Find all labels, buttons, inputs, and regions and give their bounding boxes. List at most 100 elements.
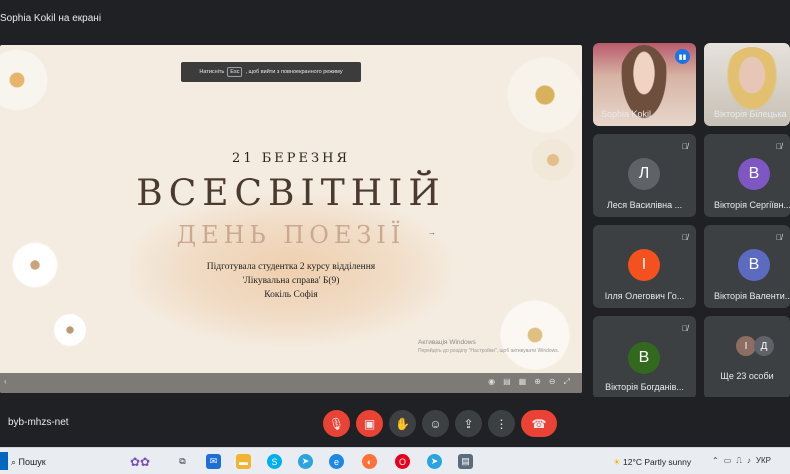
crocus-icon: ✿✿ <box>129 454 151 469</box>
weather-widget[interactable]: ☀ 12°C Partly sunny <box>613 457 691 468</box>
avatar: Д <box>754 336 774 356</box>
flower-decoration <box>495 295 575 375</box>
slide-title: ВСЕСВІТНІЙ <box>136 173 446 214</box>
more-participants-tile[interactable]: І Д Ще 23 особи <box>704 316 790 399</box>
presentation-area[interactable]: Натисніть Esc , щоб вийти з повноекранно… <box>0 45 582 393</box>
weather-text: 12°C Partly sunny <box>622 457 692 467</box>
mic-off-icon: 🎙̸ <box>682 233 688 242</box>
mic-toggle-button[interactable]: 🎙 <box>323 410 350 437</box>
fullscreen-icon[interactable]: ⤢ <box>564 377 570 387</box>
slide-credit-line-2: 'Лікувальна справа' Б(9) <box>242 276 340 286</box>
avatar: І <box>628 249 660 281</box>
hint-prefix: Натисніть <box>199 69 225 75</box>
participant-tile[interactable]: 🎙̸ В Вікторія Валенти... <box>704 225 790 308</box>
avatar: В <box>738 158 770 190</box>
meet-window: Sophia Kokil на екрані Натисніть Esc , щ… <box>0 0 790 474</box>
participant-name: Вікторія Богданів... <box>605 382 684 392</box>
slide-date: 21 БЕРЕЗНЯ <box>232 151 350 166</box>
taskbar-search[interactable]: ⌕ Пошук <box>11 457 46 468</box>
meeting-code: byb-mhzs-net <box>8 417 69 428</box>
search-label: Пошук <box>18 457 46 467</box>
participant-tile[interactable]: 🎙̸ В Вікторія Богданів... <box>593 316 696 399</box>
flower-decoration <box>50 310 90 350</box>
language-indicator[interactable]: УКР <box>756 456 771 466</box>
top-bar: Sophia Kokil на екрані <box>0 0 790 40</box>
present-screen-icon: ⇪ <box>463 416 474 431</box>
more-options-button[interactable]: ⋮ <box>488 410 515 437</box>
avatar: І <box>736 336 756 356</box>
hint-suffix: , щоб вийти з повноекранного режиму <box>245 69 343 75</box>
hang-up-icon: ☎ <box>531 416 547 431</box>
present-button[interactable]: ⇪ <box>455 410 482 437</box>
camera-toggle-button[interactable]: ▣ <box>356 410 383 437</box>
mic-off-icon: 🎙̸ <box>682 324 688 333</box>
slide-subtitle: ДЕНЬ ПОЕЗІЇ <box>176 221 406 249</box>
monitor-icon[interactable]: ▭ <box>724 456 732 466</box>
speaking-indicator-icon: ▮▮ <box>675 49 690 64</box>
edge-icon[interactable]: e <box>329 454 344 469</box>
sun-icon: ☀ <box>613 457 623 467</box>
participant-tile[interactable]: 🎙̸ В Вікторія Сергіївн... <box>704 134 790 217</box>
mic-off-icon: 🎙̸ <box>776 142 782 151</box>
audio-icon[interactable]: ◉ <box>488 377 495 387</box>
participant-tile[interactable]: 🎙̸ І Ілля Олегович Го... <box>593 225 696 308</box>
windows-activation-title: Активація Windows <box>418 339 476 346</box>
zoom-icon[interactable]: ⊕ <box>534 377 541 387</box>
reactions-button[interactable]: ☺ <box>422 410 449 437</box>
task-view-icon[interactable]: ⧉ <box>175 454 190 469</box>
participant-tile[interactable]: 🎙̸ Л Леся Василівна ... <box>593 134 696 217</box>
file-explorer-icon[interactable]: ▬ <box>236 454 251 469</box>
participant-name: Вікторія Білецька <box>714 109 787 119</box>
zoom-out-icon[interactable]: ⊖ <box>549 377 556 387</box>
raise-hand-button[interactable]: ✋ <box>389 410 416 437</box>
mic-off-icon: 🎙̸ <box>776 233 782 242</box>
more-vert-icon: ⋮ <box>495 416 508 431</box>
flower-decoration <box>0 45 52 115</box>
mic-off-icon: 🎙 <box>328 416 345 431</box>
esc-key: Esc <box>227 67 243 77</box>
mail-icon[interactable]: ✉ <box>206 454 221 469</box>
participant-name: Sophia Kokil <box>601 109 652 119</box>
participant-video <box>722 47 782 117</box>
avatar: Л <box>628 158 660 190</box>
volume-icon[interactable]: ♪ <box>747 456 751 466</box>
start-icon[interactable] <box>0 452 8 470</box>
slides-icon[interactable]: ▤ <box>503 377 511 387</box>
avatar: В <box>628 342 660 374</box>
participant-name: Вікторія Сергіївн... <box>714 200 790 210</box>
previous-icon[interactable]: ‹ <box>4 377 7 386</box>
avatar: В <box>738 249 770 281</box>
presenter-banner: Sophia Kokil на екрані <box>0 13 102 24</box>
flower-decoration <box>500 50 582 140</box>
slide-credit-line-3: Кокіль Софія <box>264 290 318 300</box>
skype-icon[interactable]: S <box>267 454 282 469</box>
slide-credit-line-1: Підготувала студентка 2 курсу відділення <box>206 262 376 272</box>
participant-name: Ілля Олегович Го... <box>604 291 685 301</box>
participant-name: Леся Василівна ... <box>606 200 683 210</box>
participant-name: Вікторія Валенти... <box>714 291 790 301</box>
telegram-icon[interactable]: ➤ <box>427 454 442 469</box>
chevron-up-icon[interactable]: ⌃ <box>712 456 719 466</box>
opera-icon[interactable]: O <box>395 454 410 469</box>
windows-taskbar: ⌕ Пошук ✿✿ ⧉ ✉ ▬ S ➤ e ◐ O ➤ ▤ ☀ 12°C Pa… <box>0 447 790 474</box>
firefox-icon[interactable]: ◐ <box>362 454 377 469</box>
slide-control-bar: ‹ ◉ ▤ ▦ ⊕ ⊖ ⤢ <box>0 373 582 393</box>
exit-fullscreen-hint: Натисніть Esc , щоб вийти з повноекранно… <box>181 62 361 82</box>
participant-tile[interactable]: ▮▮ Sophia Kokil <box>593 43 696 126</box>
system-tray: ⌃ ▭ ⎍ ♪ УКР <box>712 456 771 466</box>
more-participants-label: Ще 23 особи <box>720 371 774 381</box>
app-icon[interactable]: ▤ <box>458 454 473 469</box>
search-icon: ⌕ <box>11 457 19 467</box>
emoji-icon: ☺ <box>429 416 442 431</box>
windows-activation-subtitle: Перейдіть до розділу "Настройки", щоб ак… <box>418 348 560 354</box>
meeting-controls-bar: byb-mhzs-net 🎙 ▣ ✋ ☺ ⇪ ⋮ ☎ <box>0 397 790 447</box>
camera-off-icon: ▣ <box>363 416 376 431</box>
hand-icon: ✋ <box>395 416 410 431</box>
grid-icon[interactable]: ▦ <box>519 377 527 387</box>
network-icon[interactable]: ⎍ <box>736 456 742 466</box>
arrow-right-icon: → <box>428 228 436 237</box>
leave-call-button[interactable]: ☎ <box>521 410 557 437</box>
participant-tile[interactable]: Вікторія Білецька <box>704 43 790 126</box>
telegram-icon[interactable]: ➤ <box>298 454 313 469</box>
mic-off-icon: 🎙̸ <box>682 142 688 151</box>
